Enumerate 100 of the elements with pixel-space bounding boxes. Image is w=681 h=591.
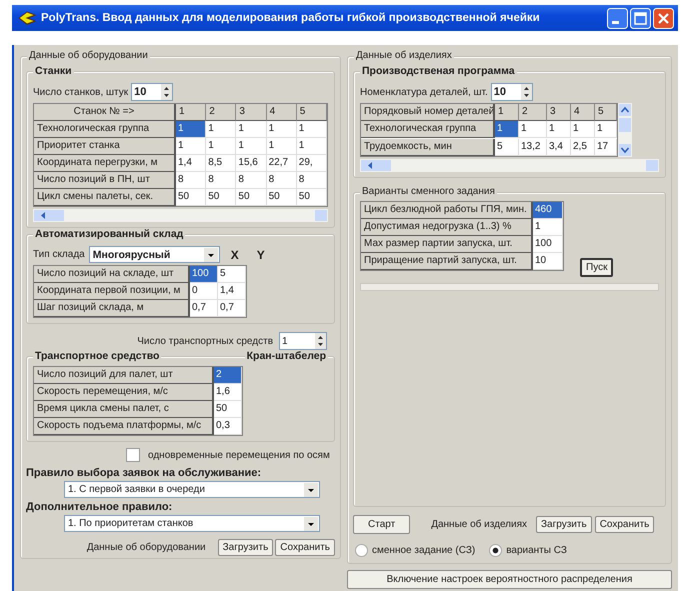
table-cell[interactable]: 460 [533,202,563,219]
table-cell[interactable]: 100 [190,266,218,283]
table-cell[interactable]: 1 [296,121,327,138]
radio-button[interactable] [355,544,368,557]
row-header: Координата первой позиции, м [34,283,190,300]
table-cell[interactable]: 22,7 [266,155,297,172]
vehicle-count-spinner[interactable]: 1 [279,332,327,350]
table-cell[interactable]: 50 [214,401,242,418]
table-cell[interactable]: 1,6 [214,384,242,401]
row-header: Число позиций для палет, шт [34,367,214,384]
group-title: Производственая программа [360,65,517,77]
column-header: 5 [595,104,617,121]
table-cell[interactable]: 0 [190,283,218,300]
table-cell[interactable]: 50 [266,189,297,206]
column-header: 4 [571,104,595,121]
load-button[interactable]: Загрузить [536,516,592,533]
table-cell[interactable]: 0,3 [214,418,242,435]
group-title: Данные об изделиях [354,50,454,61]
table-cell[interactable]: 100 [533,236,563,253]
row-header: Скорость подъема платформы, м/с [34,418,214,435]
table-cell[interactable]: 1 [176,121,206,138]
table-cell[interactable]: 8 [176,172,206,189]
table-cell[interactable]: 1 [547,121,571,138]
row-header: Координата перегрузки, м [34,155,176,172]
row-header: Технологическая группа [34,121,176,138]
checkbox[interactable] [126,448,140,462]
rule-dropdown[interactable]: 1. С первой заявки в очереди [64,481,320,498]
column-header: 2 [519,104,547,121]
row-header: Допустимая недогрузка (1..3) % [361,219,533,236]
group-title: Станки [33,65,74,77]
table-cell[interactable]: 2,5 [571,138,595,156]
close-button[interactable] [653,8,674,28]
column-header: X [230,248,240,262]
save-button[interactable]: Сохранить [275,539,335,556]
table-cell[interactable]: 50 [296,189,327,206]
table-cell[interactable]: 1,4 [176,155,206,172]
table-cell[interactable]: 50 [206,189,236,206]
table-cell[interactable]: 17 [595,138,617,156]
radio-label: сменное задание (СЗ) [372,545,476,556]
table-cell[interactable]: 1 [519,121,547,138]
table-cell[interactable]: 5 [495,138,519,156]
warehouse-type-dropdown[interactable]: Многоярусный [88,246,220,263]
table-cell[interactable]: 1 [176,138,206,155]
start-button[interactable]: Старт [353,515,410,534]
table-cell[interactable]: 0,7 [190,300,218,317]
table-cell[interactable]: 8 [236,172,267,189]
table-cell[interactable]: 50 [176,189,206,206]
column-header: Y [256,248,266,262]
spin-arrows-icon[interactable] [315,333,326,349]
count-spinner[interactable]: 10 [131,83,174,101]
maximize-button[interactable] [630,8,651,28]
table-cell[interactable]: 15,6 [236,155,267,172]
run-button[interactable]: Пуск [580,258,614,277]
table-cell[interactable]: 8 [296,172,327,189]
vertical-scrollbar[interactable] [618,103,632,157]
column-header: 1 [176,104,206,121]
row-header: Цикл смены палеты, сек. [34,189,176,206]
save-button[interactable]: Сохранить [594,516,654,533]
footer-label: Данные об оборудовании [86,542,206,553]
table-cell[interactable]: 8 [266,172,297,189]
column-header: 1 [495,104,519,121]
count-spinner[interactable]: 10 [490,83,533,101]
table-cell[interactable]: 1 [533,219,563,236]
table-cell[interactable]: 0,7 [218,300,246,317]
table-cell[interactable]: 1 [206,138,236,155]
load-button[interactable]: Загрузить [218,539,274,556]
table-cell[interactable]: 1 [266,121,297,138]
distribution-settings-button[interactable]: Включение настроек вероятностного распределения [347,570,672,589]
row-header: Приоритет станка [34,138,176,155]
vehicle-type: Кран-штабелер [244,350,328,362]
table-cell[interactable]: 1 [296,138,327,155]
table-cell[interactable]: 8 [206,172,236,189]
table-cell[interactable]: 29, [296,155,327,172]
table-cell[interactable]: 1 [236,121,267,138]
horizontal-scrollbar[interactable] [360,159,659,172]
table-cell[interactable]: 8,5 [206,155,236,172]
field-label: Правило выбора заявок на обслуживание: [26,467,262,479]
group-title: Варианты сменного задания [360,186,497,197]
horizontal-scrollbar[interactable] [33,209,328,222]
minimize-button[interactable] [607,8,628,28]
rule-dropdown[interactable]: 1. По приоритетам станков [64,515,320,532]
radio-label: варианты СЗ [506,545,567,556]
table-cell[interactable]: 5 [218,266,246,283]
table-cell[interactable]: 10 [533,253,563,270]
table-cell[interactable]: 50 [236,189,267,206]
table-cell[interactable]: 13,2 [519,138,547,156]
field-label: Число станков, штук [33,86,128,98]
table-cell[interactable]: 1 [495,121,519,138]
table-cell[interactable]: 1 [571,121,595,138]
table-cell[interactable]: 2 [214,367,242,384]
column-header: 5 [296,104,327,121]
table-cell[interactable]: 1,4 [218,283,246,300]
table-cell[interactable]: 1 [595,121,617,138]
table-cell[interactable]: 1 [206,121,236,138]
spin-arrows-icon[interactable] [520,84,532,100]
radio-button[interactable] [489,544,502,557]
spin-arrows-icon[interactable] [161,84,172,100]
table-cell[interactable]: 1 [266,138,297,155]
table-cell[interactable]: 3,4 [547,138,571,156]
table-cell[interactable]: 1 [236,138,267,155]
